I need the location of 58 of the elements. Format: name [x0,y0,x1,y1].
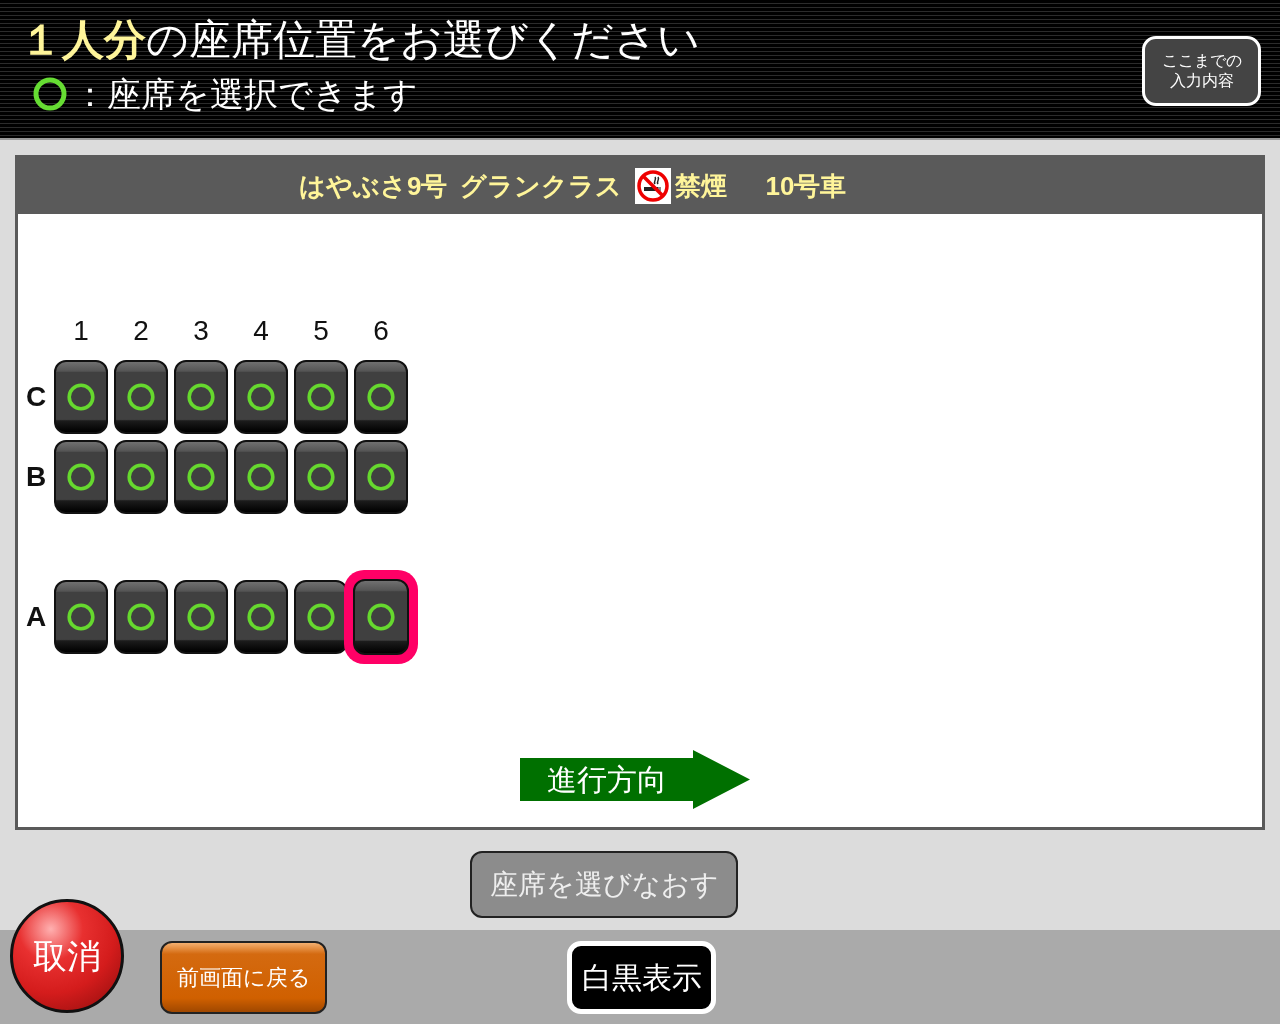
seat-button[interactable] [234,580,288,654]
circle-icon [67,603,95,631]
direction-label: 進行方向 [546,761,667,798]
input-summary-button[interactable]: ここまでの入力内容 [1142,36,1261,106]
seat-button[interactable] [174,580,228,654]
seat-button[interactable] [294,440,348,514]
circle-icon [187,603,215,631]
seat-button[interactable] [174,360,228,434]
seat-button[interactable] [354,440,408,514]
seat-button[interactable] [294,360,348,434]
column-number: 1 [72,314,90,348]
circle-icon [367,603,395,631]
train-name: はやぶさ9号 [299,169,448,203]
seat-button[interactable] [344,570,418,664]
seat-button[interactable] [114,440,168,514]
seat-button[interactable] [234,440,288,514]
seat-button[interactable] [54,360,108,434]
seat-button[interactable] [114,580,168,654]
circle-icon [33,77,67,111]
legend-text: ：座席を選択できます [73,74,418,115]
circle-icon [127,463,155,491]
circle-icon [367,383,395,411]
seat-button[interactable] [114,360,168,434]
row-label: C [24,380,48,414]
column-number: 6 [372,314,390,348]
circle-icon [247,463,275,491]
circle-icon [67,383,95,411]
seat-button[interactable] [54,440,108,514]
circle-icon [247,383,275,411]
circle-icon [307,603,335,631]
row-label: A [24,600,48,634]
circle-icon [367,463,395,491]
circle-icon [247,603,275,631]
monochrome-button[interactable]: 白黒表示 [567,940,716,1014]
seat-button[interactable] [234,360,288,434]
column-number: 4 [252,314,270,348]
reselect-seat-button[interactable]: 座席を選びなおす [470,851,738,918]
circle-icon [307,463,335,491]
circle-icon [307,383,335,411]
column-number: 5 [312,314,330,348]
seat-button[interactable] [174,440,228,514]
circle-icon [187,383,215,411]
column-number: 2 [132,314,150,348]
page-title: １人分の座席位置をお選びください [19,15,700,65]
no-smoking-icon [635,168,672,204]
circle-icon [127,603,155,631]
circle-icon [67,463,95,491]
seat-button[interactable] [54,580,108,654]
non-smoking-label: 禁煙 [675,169,728,203]
column-number: 3 [192,314,210,348]
car-number: 10号車 [765,169,847,203]
back-button[interactable]: 前画面に戻る [160,940,327,1014]
cancel-button[interactable]: 取消 [10,899,124,1013]
car-class: グランクラス [460,169,623,203]
circle-icon [187,463,215,491]
circle-icon [127,383,155,411]
seat-button[interactable] [354,360,408,434]
row-label: B [24,460,48,494]
